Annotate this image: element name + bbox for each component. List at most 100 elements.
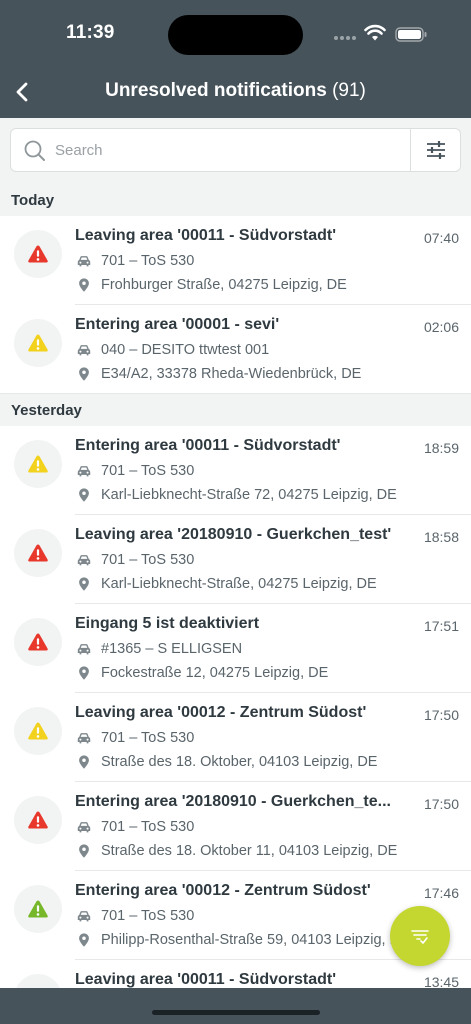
navigation-bar: Unresolved notifications (91) bbox=[0, 70, 471, 114]
vehicle-name: 701 – ToS 530 bbox=[101, 463, 195, 479]
car-icon bbox=[75, 907, 93, 925]
vehicle-row: #1365 – S ELLIGSEN bbox=[75, 639, 242, 659]
warning-triangle-icon bbox=[28, 811, 48, 829]
severity-badge bbox=[14, 529, 62, 577]
severity-badge bbox=[14, 974, 62, 988]
address-text: Fockestraße 12, 04275 Leipzig, DE bbox=[101, 665, 329, 681]
car-icon bbox=[75, 252, 93, 270]
notification-list[interactable]: Today Leaving area '00011 - Südvorstadt' 0… bbox=[0, 184, 471, 988]
notification-time: 17:46 bbox=[423, 885, 459, 901]
location-pin-icon bbox=[75, 575, 93, 593]
location-pin-icon bbox=[75, 931, 93, 949]
notification-title: Entering area '00001 - sevi' bbox=[75, 316, 280, 333]
address-row: Karl-Liebknecht-Straße 72, 04275 Leipzig… bbox=[75, 485, 397, 505]
vehicle-row: 701 – ToS 530 bbox=[75, 461, 194, 481]
location-pin-icon bbox=[75, 753, 93, 771]
search-bar bbox=[10, 128, 461, 172]
notification-item[interactable]: Leaving area '20180910 - Guerkchen_test'… bbox=[0, 515, 471, 604]
filter-button[interactable] bbox=[410, 129, 460, 171]
filter-check-icon bbox=[411, 930, 429, 944]
notification-title: Entering area '00011 - Südvorstadt' bbox=[75, 437, 341, 454]
address-text: Karl-Liebknecht-Straße, 04275 Leipzig, D… bbox=[101, 576, 377, 592]
notification-item[interactable]: Leaving area '00012 - Zentrum Südost' 17:… bbox=[0, 693, 471, 782]
warning-triangle-icon bbox=[28, 633, 48, 651]
section-header: Yesterday bbox=[0, 394, 471, 426]
notification-item[interactable]: Entering area '00011 - Südvorstadt' 18:59… bbox=[0, 426, 471, 515]
warning-triangle-icon bbox=[28, 245, 48, 263]
mark-all-resolved-button[interactable] bbox=[390, 906, 450, 966]
car-icon bbox=[75, 551, 93, 569]
notification-title: Eingang 5 ist deaktiviert bbox=[75, 615, 260, 632]
search-icon bbox=[24, 140, 45, 161]
vehicle-row: 701 – ToS 530 bbox=[75, 906, 194, 926]
section-header: Today bbox=[0, 184, 471, 216]
severity-badge bbox=[14, 796, 62, 844]
notification-item[interactable]: Entering area '20180910 - Guerkchen_te..… bbox=[0, 782, 471, 871]
vehicle-row: 701 – ToS 530 bbox=[75, 817, 194, 837]
address-text: Straße des 18. Oktober, 04103 Leipzig, D… bbox=[101, 754, 378, 770]
divider bbox=[0, 393, 471, 394]
battery-icon bbox=[395, 27, 427, 42]
notification-title: Leaving area '20180910 - Guerkchen_test' bbox=[75, 526, 392, 543]
notification-time: 17:50 bbox=[423, 796, 459, 812]
address-row: Frohburger Straße, 04275 Leipzig, DE bbox=[75, 275, 347, 295]
address-row: E34/A2, 33378 Rheda-Wiedenbrück, DE bbox=[75, 364, 361, 384]
severity-badge bbox=[14, 319, 62, 367]
car-icon bbox=[75, 341, 93, 359]
vehicle-name: #1365 – S ELLIGSEN bbox=[101, 641, 243, 657]
status-bar: 11:39 bbox=[0, 0, 471, 60]
address-text: E34/A2, 33378 Rheda-Wiedenbrück, DE bbox=[101, 366, 362, 382]
severity-badge bbox=[14, 885, 62, 933]
warning-triangle-icon bbox=[28, 334, 48, 352]
notification-title: Entering area '00012 - Zentrum Südost' bbox=[75, 882, 371, 899]
vehicle-name: 701 – ToS 530 bbox=[101, 908, 195, 924]
notification-title: Leaving area '00011 - Südvorstadt' bbox=[75, 971, 337, 988]
home-indicator[interactable] bbox=[152, 1010, 320, 1015]
warning-triangle-icon bbox=[28, 455, 48, 473]
address-text: Philipp-Rosenthal-Straße 59, 04103 Leipz… bbox=[101, 932, 410, 948]
location-pin-icon bbox=[75, 365, 93, 383]
dynamic-island bbox=[168, 15, 303, 55]
status-time: 11:39 bbox=[66, 22, 115, 43]
address-row: Philipp-Rosenthal-Straße 59, 04103 Leipz… bbox=[75, 930, 410, 950]
notification-title: Leaving area '00012 - Zentrum Südost' bbox=[75, 704, 367, 721]
bottom-safe-area bbox=[0, 988, 471, 1024]
severity-badge bbox=[14, 707, 62, 755]
notification-item[interactable]: Leaving area '00011 - Südvorstadt' 13:45 bbox=[0, 960, 471, 988]
car-icon bbox=[75, 818, 93, 836]
vehicle-row: 701 – ToS 530 bbox=[75, 251, 194, 271]
cellular-signal-icon bbox=[334, 34, 358, 40]
sliders-icon bbox=[426, 141, 445, 159]
vehicle-name: 040 – DESITO ttwtest 001 bbox=[101, 342, 270, 358]
car-icon bbox=[75, 462, 93, 480]
address-text: Frohburger Straße, 04275 Leipzig, DE bbox=[101, 277, 347, 293]
severity-badge bbox=[14, 618, 62, 666]
notification-item[interactable]: Entering area '00001 - sevi' 02:06 040 – D… bbox=[0, 305, 471, 394]
location-pin-icon bbox=[75, 664, 93, 682]
severity-badge bbox=[14, 230, 62, 278]
warning-triangle-icon bbox=[28, 722, 48, 740]
address-row: Karl-Liebknecht-Straße, 04275 Leipzig, D… bbox=[75, 574, 377, 594]
notification-time: 13:45 bbox=[423, 974, 459, 988]
notification-item[interactable]: Leaving area '00011 - Südvorstadt' 07:40 7… bbox=[0, 216, 471, 305]
vehicle-name: 701 – ToS 530 bbox=[101, 552, 195, 568]
page-title-text: Unresolved notifications bbox=[105, 80, 327, 101]
warning-triangle-icon bbox=[28, 544, 48, 562]
search-input[interactable] bbox=[55, 137, 405, 163]
notification-item[interactable]: Eingang 5 ist deaktiviert 17:51 #1365 – S … bbox=[0, 604, 471, 693]
vehicle-name: 701 – ToS 530 bbox=[101, 253, 195, 269]
car-icon bbox=[75, 640, 93, 658]
vehicle-row: 701 – ToS 530 bbox=[75, 550, 194, 570]
warning-triangle-icon bbox=[28, 900, 48, 918]
vehicle-name: 701 – ToS 530 bbox=[101, 730, 195, 746]
location-pin-icon bbox=[75, 842, 93, 860]
app-header: 11:39 Unresolved notifications (91) bbox=[0, 0, 471, 118]
address-row: Straße des 18. Oktober, 04103 Leipzig, D… bbox=[75, 752, 377, 772]
vehicle-row: 701 – ToS 530 bbox=[75, 728, 194, 748]
notification-title: Leaving area '00011 - Südvorstadt' bbox=[75, 227, 337, 244]
vehicle-name: 701 – ToS 530 bbox=[101, 819, 195, 835]
severity-badge bbox=[14, 440, 62, 488]
notification-time: 17:51 bbox=[423, 618, 459, 634]
vehicle-row: 040 – DESITO ttwtest 001 bbox=[75, 340, 269, 360]
address-text: Karl-Liebknecht-Straße 72, 04275 Leipzig… bbox=[101, 487, 397, 503]
